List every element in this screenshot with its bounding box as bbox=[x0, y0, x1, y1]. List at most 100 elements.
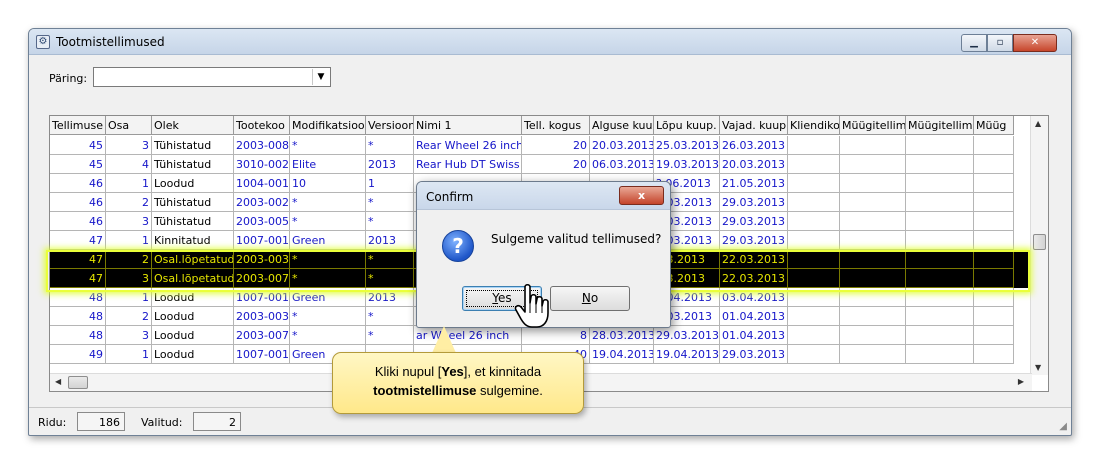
title-bar[interactable]: ⚙ Tootmistellimused ▁ ▫ ✕ bbox=[29, 29, 1071, 55]
scroll-right-icon[interactable]: ▶ bbox=[1018, 377, 1024, 386]
table-cell: 46 bbox=[50, 174, 106, 193]
table-cell: 2 bbox=[106, 250, 152, 269]
dialog-message: Sulgeme valitud tellimused? bbox=[491, 232, 662, 246]
table-cell bbox=[788, 307, 840, 326]
table-cell bbox=[906, 193, 974, 212]
table-cell: * bbox=[290, 269, 366, 288]
table-cell: Green bbox=[290, 231, 366, 250]
table-cell: 2013 bbox=[366, 288, 414, 307]
table-cell bbox=[840, 307, 906, 326]
dialog-close-button[interactable]: x bbox=[619, 186, 664, 205]
close-icon: x bbox=[637, 189, 646, 202]
table-cell: * bbox=[366, 307, 414, 326]
table-cell: * bbox=[366, 326, 414, 345]
column-header[interactable]: Müüg bbox=[974, 116, 1014, 135]
chevron-down-icon[interactable]: ▼ bbox=[312, 69, 329, 85]
table-cell: * bbox=[366, 250, 414, 269]
table-cell: 26.03.2013 bbox=[720, 136, 788, 155]
column-header[interactable]: Vajad. kuup. bbox=[720, 116, 788, 135]
table-row[interactable]: 45 3 Tühistatud 2003-008 * * Rear Wheel 26 inc… bbox=[50, 136, 1032, 155]
query-select[interactable]: ▼ bbox=[93, 67, 331, 87]
table-cell bbox=[788, 136, 840, 155]
column-header[interactable]: Alguse kuup bbox=[590, 116, 654, 135]
table-cell bbox=[840, 288, 906, 307]
minimize-button[interactable]: ▁ bbox=[961, 34, 987, 52]
table-cell: 29.03.2013 bbox=[654, 326, 720, 345]
table-cell: Tühistatud bbox=[152, 212, 234, 231]
table-cell: Kinnitatud bbox=[152, 231, 234, 250]
scroll-left-icon[interactable]: ◀ bbox=[55, 377, 61, 386]
rows-count-value: 186 bbox=[77, 412, 125, 431]
table-cell: 1 bbox=[106, 288, 152, 307]
table-cell: Osal.lõpetatud bbox=[152, 269, 234, 288]
table-cell: Tühistatud bbox=[152, 155, 234, 174]
table-cell: 2003-003 bbox=[234, 250, 290, 269]
column-header[interactable]: Müügitellimus bbox=[906, 116, 974, 135]
column-header[interactable]: Modifikatsioon bbox=[290, 116, 366, 135]
table-cell bbox=[788, 193, 840, 212]
vertical-scroll-thumb[interactable] bbox=[1033, 234, 1046, 250]
vertical-scrollbar[interactable]: ▲ ▼ bbox=[1030, 116, 1048, 375]
scroll-down-icon[interactable]: ▼ bbox=[1035, 363, 1041, 372]
table-cell bbox=[974, 250, 1014, 269]
table-cell bbox=[788, 212, 840, 231]
column-header[interactable]: Müügitellimu bbox=[840, 116, 906, 135]
table-cell: 28.03.2013 bbox=[590, 326, 654, 345]
table-cell: 1007-001 bbox=[234, 231, 290, 250]
table-cell: 2 bbox=[106, 193, 152, 212]
table-cell: ar Wheel 26 inch bbox=[414, 326, 522, 345]
table-cell bbox=[906, 136, 974, 155]
table-cell bbox=[840, 193, 906, 212]
table-cell bbox=[840, 345, 906, 364]
dialog-title: Confirm bbox=[426, 190, 474, 204]
table-cell: 2003-002 bbox=[234, 193, 290, 212]
callout-bold-order: tootmistellimuse bbox=[373, 383, 477, 398]
column-header[interactable]: Osa bbox=[106, 116, 152, 135]
column-header[interactable]: Versioon bbox=[366, 116, 414, 135]
table-cell: 01.04.2013 bbox=[720, 326, 788, 345]
table-cell bbox=[906, 250, 974, 269]
table-cell: * bbox=[366, 136, 414, 155]
scroll-up-icon[interactable]: ▲ bbox=[1035, 119, 1041, 128]
column-header[interactable]: Lõpu kuup. bbox=[654, 116, 720, 135]
table-cell: 2003-003 bbox=[234, 307, 290, 326]
table-cell: Loodud bbox=[152, 345, 234, 364]
resize-grip-icon[interactable]: ◢ bbox=[1059, 421, 1067, 432]
table-cell bbox=[840, 174, 906, 193]
table-cell: 1007-001 bbox=[234, 345, 290, 364]
callout-text-2: ], et kinnitada bbox=[463, 364, 542, 379]
table-cell: 20 bbox=[522, 155, 590, 174]
table-cell: 2013 bbox=[366, 231, 414, 250]
table-cell bbox=[974, 155, 1014, 174]
selected-count-label: Valitud: bbox=[141, 416, 183, 429]
column-header[interactable]: Kliendikoo bbox=[788, 116, 840, 135]
close-button[interactable]: ✕ bbox=[1013, 34, 1057, 52]
table-cell: 3 bbox=[106, 326, 152, 345]
table-cell bbox=[788, 269, 840, 288]
table-cell bbox=[974, 326, 1014, 345]
maximize-button[interactable]: ▫ bbox=[987, 34, 1013, 52]
table-cell: 29.03.2013 bbox=[720, 345, 788, 364]
table-cell: 20.03.2013 bbox=[720, 155, 788, 174]
table-cell bbox=[788, 345, 840, 364]
no-button[interactable]: No bbox=[550, 286, 630, 311]
column-header[interactable]: Tellimuse bbox=[50, 116, 106, 135]
horizontal-scroll-thumb[interactable] bbox=[68, 376, 88, 389]
table-cell bbox=[906, 326, 974, 345]
table-cell: 3 bbox=[106, 212, 152, 231]
table-cell bbox=[788, 326, 840, 345]
column-header[interactable]: Tootekoo bbox=[234, 116, 290, 135]
callout-text-1: Kliki nupul [ bbox=[374, 364, 442, 379]
table-cell: Elite bbox=[290, 155, 366, 174]
column-header[interactable]: Olek bbox=[152, 116, 234, 135]
table-row[interactable]: 45 4 Tühistatud 3010-002 Elite 2013 Rear Hub D… bbox=[50, 155, 1032, 174]
table-cell bbox=[906, 288, 974, 307]
dialog-title-bar[interactable]: Confirm x bbox=[417, 182, 670, 210]
column-header[interactable]: Tell. kogus bbox=[522, 116, 590, 135]
instruction-callout: Kliki nupul [Yes], et kinnitada tootmist… bbox=[332, 352, 584, 414]
table-cell: * bbox=[290, 326, 366, 345]
table-cell: Green bbox=[290, 288, 366, 307]
column-header[interactable]: Nimi 1 bbox=[414, 116, 522, 135]
table-cell bbox=[974, 174, 1014, 193]
table-cell bbox=[974, 307, 1014, 326]
